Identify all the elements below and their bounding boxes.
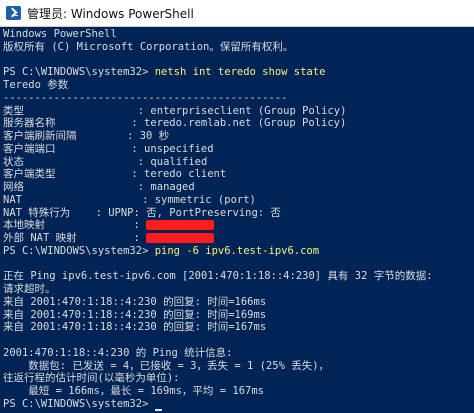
console-line: 状态 : qualified (3, 156, 207, 169)
console-line: 类型 : enterpriseclient (Group Policy) (3, 105, 346, 118)
command-text: ping -6 ipv6.test-ipv6.com (154, 244, 320, 257)
console-line: 来自 2001:470:1:18::4:230 的回复: 时间=166ms (3, 296, 266, 309)
console-line: 往返行程的估计时间(以毫秒为单位): (3, 372, 179, 385)
output-text: 网络 : managed (3, 181, 195, 193)
console-line: 本地映射 : (3, 219, 215, 232)
redacted-address (146, 233, 215, 243)
output-text: 状态 : qualified (3, 155, 208, 168)
output-text: 2001:470:1:18::4:230 的 Ping 统计信息: (3, 346, 233, 359)
output-text: 往返行程的估计时间(以毫秒为单位): (3, 372, 180, 385)
text-cursor (154, 408, 162, 411)
prompt-text: PS C:\WINDOWS\system32> (3, 244, 155, 257)
console-line: 数据包: 已发送 = 4，已接收 = 3，丢失 = 1 (25% 丢失)， (3, 360, 329, 373)
output-text: 来自 2001:470:1:18::4:230 的回复: 时间=166ms (3, 295, 267, 308)
console-line: 客户端刷新间隔 : 30 秒 (3, 130, 169, 143)
console-line: Teredo 参数 (3, 79, 68, 92)
console-line: 网络 : managed (3, 181, 195, 194)
prompt-text: PS C:\WINDOWS\system32> (3, 397, 155, 410)
output-text: ----------------------------------------… (3, 91, 288, 104)
output-text: NAT : symmetric (port) (3, 193, 256, 206)
console-line: 请求超时。 (3, 283, 56, 296)
console-line: 正在 Ping ipv6.test-ipv6.com [2001:470:1:1… (3, 270, 433, 283)
prompt-line: PS C:\WINDOWS\system32> netsh int teredo… (3, 66, 325, 79)
console-line: 外部 NAT 映射 : (3, 232, 215, 245)
window-title: 管理员: Windows PowerShell (27, 7, 194, 21)
output-text: 外部 NAT 映射 : (3, 232, 147, 244)
console-line: NAT : symmetric (port) (3, 194, 256, 207)
prompt-line: PS C:\WINDOWS\system32> (3, 398, 162, 411)
console-output[interactable]: Windows PowerShell 版权所有 (C) Microsoft Cor… (3, 28, 471, 413)
output-text: 服务器名称 : teredo.remlab.net (Group Policy) (3, 117, 347, 130)
output-text: Windows PowerShell (3, 28, 117, 40)
powershell-window: 管理员: Windows PowerShell Windows PowerShe… (0, 0, 474, 413)
console-line: 来自 2001:470:1:18::4:230 的回复: 时间=167ms (3, 321, 266, 334)
output-text: 客户端类型 : teredo client (3, 168, 227, 181)
output-text: NAT 特殊行为 : UPNP: 否, PortPreserving: 否 (3, 206, 281, 219)
console-line: 服务器名称 : teredo.remlab.net (Group Policy) (3, 117, 346, 130)
output-text: 本地映射 : (3, 219, 147, 232)
output-text: 客户端端口 : unspecified (3, 142, 214, 155)
redacted-address (146, 220, 215, 231)
console-line: Windows PowerShell (3, 28, 117, 41)
output-text: 类型 : enterpriseclient (Group Policy) (3, 104, 347, 117)
console-line: 2001:470:1:18::4:230 的 Ping 统计信息: (3, 347, 233, 360)
output-text: Teredo 参数 (3, 79, 69, 91)
output-text: 请求超时。 (3, 283, 56, 295)
output-text: 来自 2001:470:1:18::4:230 的回复: 时间=169ms (3, 308, 267, 321)
console-line: 来自 2001:470:1:18::4:230 的回复: 时间=169ms (3, 309, 266, 322)
prompt-line: PS C:\WINDOWS\system32> ping -6 ipv6.tes… (3, 245, 319, 258)
output-text: 数据包: 已发送 = 4，已接收 = 3，丢失 = 1 (25% 丢失)， (3, 359, 330, 372)
powershell-icon (6, 6, 21, 20)
console-line: NAT 特殊行为 : UPNP: 否, PortPreserving: 否 (3, 207, 281, 220)
output-text: 来自 2001:470:1:18::4:230 的回复: 时间=167ms (3, 321, 267, 334)
command-text: netsh int teredo show state (154, 66, 326, 79)
output-text: 正在 Ping ipv6.test-ipv6.com [2001:470:1:1… (3, 270, 433, 283)
prompt-text: PS C:\WINDOWS\system32> (3, 66, 155, 79)
console-line: ----------------------------------------… (3, 92, 287, 105)
console-line: 版权所有 (C) Microsoft Corporation。保留所有权利。 (3, 41, 293, 54)
console-line: 客户端端口 : unspecified (3, 143, 214, 156)
console-line: 最短 = 166ms，最长 = 169ms，平均 = 167ms (3, 385, 264, 398)
output-text: 客户端刷新间隔 : 30 秒 (3, 130, 170, 142)
output-text: 最短 = 166ms，最长 = 169ms，平均 = 167ms (3, 385, 265, 397)
output-text: 版权所有 (C) Microsoft Corporation。保留所有权利。 (3, 40, 294, 53)
console-line: 客户端类型 : teredo client (3, 168, 226, 181)
title-bar[interactable]: 管理员: Windows PowerShell (0, 0, 474, 27)
